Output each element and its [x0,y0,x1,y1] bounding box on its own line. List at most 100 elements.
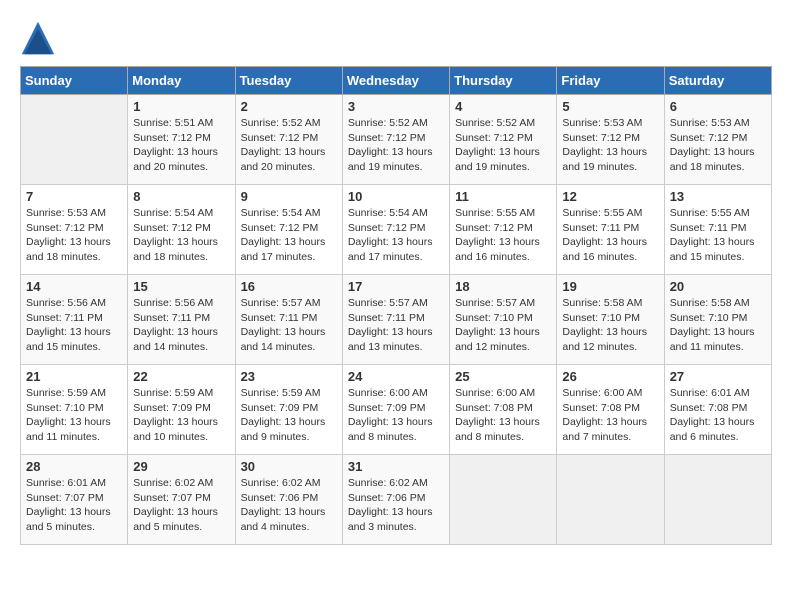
day-info: Sunrise: 5:51 AM Sunset: 7:12 PM Dayligh… [133,116,229,175]
day-info: Sunrise: 6:00 AM Sunset: 7:08 PM Dayligh… [455,386,551,445]
calendar-cell: 20 Sunrise: 5:58 AM Sunset: 7:10 PM Dayli… [664,275,771,365]
calendar-cell: 14Sunrise: 5:56 AM Sunset: 7:11 PM Dayli… [21,275,128,365]
day-info: Sunrise: 5:53 AM Sunset: 7:12 PM Dayligh… [562,116,658,175]
calendar-cell: 9 Sunrise: 5:54 AM Sunset: 7:12 PM Daylig… [235,185,342,275]
day-of-week-sunday: Sunday [21,67,128,95]
day-info: Sunrise: 5:56 AM Sunset: 7:11 PM Dayligh… [133,296,229,355]
calendar-cell: 6 Sunrise: 5:53 AM Sunset: 7:12 PM Daylig… [664,95,771,185]
day-number: 30 [241,459,337,474]
day-number: 13 [670,189,766,204]
calendar-cell: 16 Sunrise: 5:57 AM Sunset: 7:11 PM Dayli… [235,275,342,365]
calendar-cell: 2 Sunrise: 5:52 AM Sunset: 7:12 PM Daylig… [235,95,342,185]
week-row-4: 21Sunrise: 5:59 AM Sunset: 7:10 PM Dayli… [21,365,772,455]
day-number: 5 [562,99,658,114]
calendar-cell: 17 Sunrise: 5:57 AM Sunset: 7:11 PM Dayli… [342,275,449,365]
calendar-table: SundayMondayTuesdayWednesdayThursdayFrid… [20,66,772,545]
day-of-week-monday: Monday [128,67,235,95]
calendar-cell: 10Sunrise: 5:54 AM Sunset: 7:12 PM Dayli… [342,185,449,275]
day-info: Sunrise: 5:58 AM Sunset: 7:10 PM Dayligh… [670,296,766,355]
calendar-cell: 3Sunrise: 5:52 AM Sunset: 7:12 PM Daylig… [342,95,449,185]
day-number: 11 [455,189,551,204]
calendar-cell: 22 Sunrise: 5:59 AM Sunset: 7:09 PM Dayli… [128,365,235,455]
day-info: Sunrise: 5:59 AM Sunset: 7:09 PM Dayligh… [241,386,337,445]
week-row-1: 1 Sunrise: 5:51 AM Sunset: 7:12 PM Daylig… [21,95,772,185]
calendar-cell: 7 Sunrise: 5:53 AM Sunset: 7:12 PM Daylig… [21,185,128,275]
day-number: 29 [133,459,229,474]
calendar-cell: 8 Sunrise: 5:54 AM Sunset: 7:12 PM Daylig… [128,185,235,275]
day-of-week-saturday: Saturday [664,67,771,95]
day-number: 15 [133,279,229,294]
calendar-cell: 4 Sunrise: 5:52 AM Sunset: 7:12 PM Daylig… [450,95,557,185]
day-number: 28 [26,459,122,474]
day-info: Sunrise: 6:01 AM Sunset: 7:08 PM Dayligh… [670,386,766,445]
calendar-cell [664,455,771,545]
day-number: 9 [241,189,337,204]
calendar-cell: 30Sunrise: 6:02 AM Sunset: 7:06 PM Dayli… [235,455,342,545]
calendar-cell: 12 Sunrise: 5:55 AM Sunset: 7:11 PM Dayli… [557,185,664,275]
calendar-cell: 28 Sunrise: 6:01 AM Sunset: 7:07 PM Dayli… [21,455,128,545]
calendar-cell: 15 Sunrise: 5:56 AM Sunset: 7:11 PM Dayli… [128,275,235,365]
day-info: Sunrise: 5:59 AM Sunset: 7:09 PM Dayligh… [133,386,229,445]
day-number: 20 [670,279,766,294]
calendar-cell: 27 Sunrise: 6:01 AM Sunset: 7:08 PM Dayli… [664,365,771,455]
calendar-cell: 26Sunrise: 6:00 AM Sunset: 7:08 PM Dayli… [557,365,664,455]
calendar-cell: 13Sunrise: 5:55 AM Sunset: 7:11 PM Dayli… [664,185,771,275]
day-number: 7 [26,189,122,204]
day-info: Sunrise: 5:52 AM Sunset: 7:12 PM Dayligh… [455,116,551,175]
day-info: Sunrise: 6:00 AM Sunset: 7:09 PM Dayligh… [348,386,444,445]
day-info: Sunrise: 5:54 AM Sunset: 7:12 PM Dayligh… [133,206,229,265]
calendar-cell: 1 Sunrise: 5:51 AM Sunset: 7:12 PM Daylig… [128,95,235,185]
day-number: 19 [562,279,658,294]
day-info: Sunrise: 5:55 AM Sunset: 7:11 PM Dayligh… [562,206,658,265]
day-info: Sunrise: 5:56 AM Sunset: 7:11 PM Dayligh… [26,296,122,355]
day-info: Sunrise: 6:02 AM Sunset: 7:07 PM Dayligh… [133,476,229,535]
calendar-header: SundayMondayTuesdayWednesdayThursdayFrid… [21,67,772,95]
page-header [20,20,772,56]
day-number: 6 [670,99,766,114]
calendar-cell: 25 Sunrise: 6:00 AM Sunset: 7:08 PM Dayli… [450,365,557,455]
day-number: 31 [348,459,444,474]
day-info: Sunrise: 5:57 AM Sunset: 7:11 PM Dayligh… [348,296,444,355]
logo-icon [20,20,56,56]
day-number: 17 [348,279,444,294]
calendar-cell: 24 Sunrise: 6:00 AM Sunset: 7:09 PM Dayli… [342,365,449,455]
week-row-3: 14Sunrise: 5:56 AM Sunset: 7:11 PM Dayli… [21,275,772,365]
day-number: 10 [348,189,444,204]
day-number: 27 [670,369,766,384]
day-info: Sunrise: 5:57 AM Sunset: 7:11 PM Dayligh… [241,296,337,355]
day-info: Sunrise: 5:53 AM Sunset: 7:12 PM Dayligh… [670,116,766,175]
day-number: 22 [133,369,229,384]
day-number: 3 [348,99,444,114]
day-number: 4 [455,99,551,114]
day-of-week-thursday: Thursday [450,67,557,95]
calendar-cell [450,455,557,545]
day-info: Sunrise: 5:54 AM Sunset: 7:12 PM Dayligh… [241,206,337,265]
day-info: Sunrise: 5:57 AM Sunset: 7:10 PM Dayligh… [455,296,551,355]
week-row-5: 28 Sunrise: 6:01 AM Sunset: 7:07 PM Dayli… [21,455,772,545]
calendar-cell: 5 Sunrise: 5:53 AM Sunset: 7:12 PM Daylig… [557,95,664,185]
day-number: 8 [133,189,229,204]
calendar-body: 1 Sunrise: 5:51 AM Sunset: 7:12 PM Daylig… [21,95,772,545]
day-info: Sunrise: 5:52 AM Sunset: 7:12 PM Dayligh… [241,116,337,175]
day-info: Sunrise: 5:58 AM Sunset: 7:10 PM Dayligh… [562,296,658,355]
day-number: 1 [133,99,229,114]
calendar-cell: 19 Sunrise: 5:58 AM Sunset: 7:10 PM Dayli… [557,275,664,365]
day-of-week-tuesday: Tuesday [235,67,342,95]
day-number: 25 [455,369,551,384]
day-info: Sunrise: 5:59 AM Sunset: 7:10 PM Dayligh… [26,386,122,445]
day-number: 2 [241,99,337,114]
day-number: 18 [455,279,551,294]
week-row-2: 7 Sunrise: 5:53 AM Sunset: 7:12 PM Daylig… [21,185,772,275]
calendar-cell [557,455,664,545]
calendar-cell: 31Sunrise: 6:02 AM Sunset: 7:06 PM Dayli… [342,455,449,545]
logo [20,20,60,56]
calendar-cell: 11Sunrise: 5:55 AM Sunset: 7:12 PM Dayli… [450,185,557,275]
day-info: Sunrise: 6:01 AM Sunset: 7:07 PM Dayligh… [26,476,122,535]
day-number: 24 [348,369,444,384]
calendar-cell: 23Sunrise: 5:59 AM Sunset: 7:09 PM Dayli… [235,365,342,455]
day-number: 16 [241,279,337,294]
day-number: 12 [562,189,658,204]
calendar-cell: 29 Sunrise: 6:02 AM Sunset: 7:07 PM Dayli… [128,455,235,545]
day-info: Sunrise: 6:00 AM Sunset: 7:08 PM Dayligh… [562,386,658,445]
day-info: Sunrise: 5:53 AM Sunset: 7:12 PM Dayligh… [26,206,122,265]
